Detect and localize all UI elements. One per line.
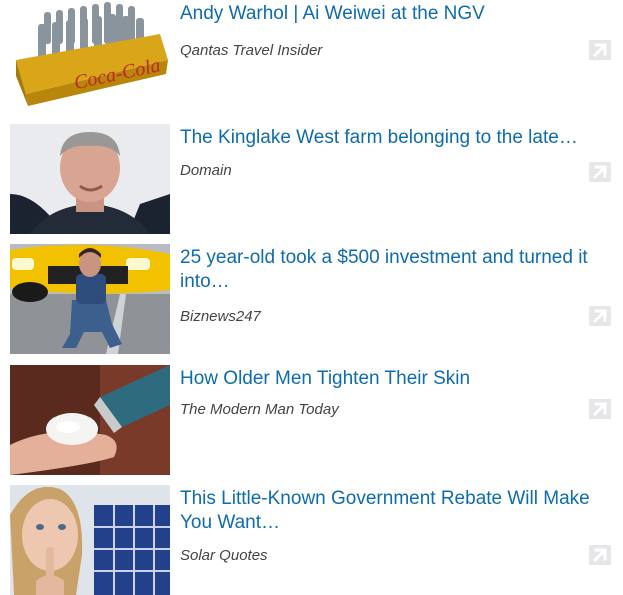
item-source: Qantas Travel Insider xyxy=(180,42,323,59)
item-source: The Modern Man Today xyxy=(180,401,339,418)
external-link-button[interactable] xyxy=(589,399,611,419)
cream-on-finger-thumbnail[interactable] xyxy=(10,365,170,475)
man-with-yellow-car-thumbnail[interactable] xyxy=(10,244,170,354)
feed-item[interactable]: This Little-Known Government Rebate Will… xyxy=(0,485,623,595)
external-link-button[interactable] xyxy=(589,306,611,326)
coca-cola-crate-thumbnail[interactable]: Coca-Cola xyxy=(10,0,170,110)
arrow-up-right-icon xyxy=(592,42,608,58)
item-source: Biznews247 xyxy=(180,308,261,325)
external-link-button[interactable] xyxy=(589,545,611,565)
arrow-up-right-icon xyxy=(592,547,608,563)
item-source: Solar Quotes xyxy=(180,547,268,564)
arrow-up-right-icon xyxy=(592,401,608,417)
man-portrait-thumbnail[interactable] xyxy=(10,124,170,234)
item-title[interactable]: How Older Men Tighten Their Skin xyxy=(180,367,616,391)
woman-solar-panels-thumbnail[interactable] xyxy=(10,485,170,595)
sponsored-feed: Coca-Cola Andy Warhol | Ai Weiwei at the… xyxy=(0,0,623,595)
feed-item[interactable]: How Older Men Tighten Their Skin The Mod… xyxy=(0,365,623,475)
feed-item[interactable]: 25 year-old took a $500 investment and t… xyxy=(0,244,623,354)
item-title[interactable]: 25 year-old took a $500 investment and t… xyxy=(180,246,616,294)
item-title[interactable]: This Little-Known Government Rebate Will… xyxy=(180,487,616,535)
feed-item[interactable]: Coca-Cola Andy Warhol | Ai Weiwei at the… xyxy=(0,0,623,110)
item-title[interactable]: The Kinglake West farm belonging to the … xyxy=(180,126,616,150)
item-source: Domain xyxy=(180,162,232,179)
feed-item[interactable]: The Kinglake West farm belonging to the … xyxy=(0,124,623,234)
external-link-button[interactable] xyxy=(589,40,611,60)
external-link-button[interactable] xyxy=(589,162,611,182)
arrow-up-right-icon xyxy=(592,308,608,324)
arrow-up-right-icon xyxy=(592,164,608,180)
item-title[interactable]: Andy Warhol | Ai Weiwei at the NGV xyxy=(180,2,616,26)
